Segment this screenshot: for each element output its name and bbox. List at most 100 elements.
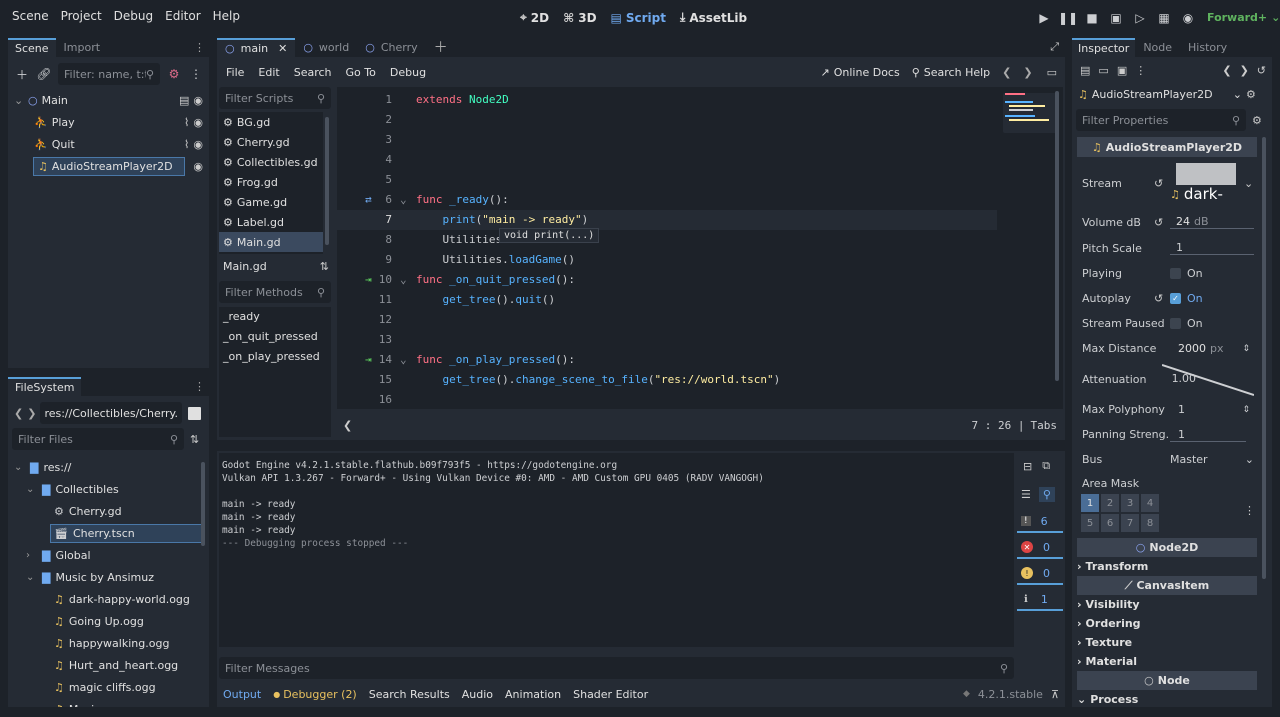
search-help-button[interactable]: ⚲ Search Help [906,66,996,79]
method-list-item[interactable]: _on_quit_pressed [219,327,331,347]
tab-animation[interactable]: Animation [499,688,567,701]
script-attach-icon[interactable]: ⚙ [166,66,182,82]
file-item[interactable]: ♫ magic cliffs.ogg [8,676,209,698]
visibility-icon[interactable]: ◉ [193,94,203,107]
save-icon[interactable]: ▣ [1117,64,1127,77]
add-node-icon[interactable]: ＋ [14,66,30,82]
copy-icon[interactable]: ⧉ [1042,459,1050,473]
back-icon[interactable]: ❮ [1222,64,1231,77]
fs-path-input[interactable]: res://Collectibles/Cherry.tscn [40,402,183,424]
file-item[interactable]: › ▇ Global [8,544,209,566]
filter-messages-toggle[interactable]: ! 6 [1017,511,1063,533]
play-icon[interactable]: ▶ [1036,10,1052,26]
script-list-item[interactable]: ⚙Mushroom.gd [219,252,323,254]
revert-icon[interactable]: ↺ [1154,292,1170,305]
new-resource-icon[interactable]: ▤ [1080,64,1090,77]
collapse-icon[interactable]: ☰ [1021,488,1031,501]
script-menu-edit[interactable]: Edit [251,66,286,79]
file-item[interactable]: ⌄ ▇ res:// [8,456,209,478]
workspace-assetlib[interactable]: ⤓ AssetLib [680,10,747,25]
tree-row-audiostreamplayer2d[interactable]: ♫ AudioStreamPlayer2D ◉ [8,155,209,177]
chevron-right-icon[interactable]: › [26,550,34,561]
menu-scene[interactable]: Scene [6,9,55,23]
minimap[interactable] [997,87,1061,409]
method-list-item[interactable]: _ready [219,307,331,327]
remote-debug-icon[interactable]: ▣ [1108,10,1124,26]
visibility-icon[interactable]: ◉ [193,138,203,151]
tab-search-results[interactable]: Search Results [363,688,456,701]
file-item[interactable]: ♫ Hurt_and_heart.ogg [8,654,209,676]
menu-editor[interactable]: Editor [159,9,207,23]
tab-world[interactable]: ○ world [295,39,357,56]
add-tab-icon[interactable]: ＋ [426,37,456,57]
tab-inspector[interactable]: Inspector [1072,37,1136,57]
mask-bit[interactable]: 4 [1141,494,1159,512]
online-docs-button[interactable]: ↗ Online Docs [815,66,906,79]
play-custom-icon[interactable]: ▦ [1156,10,1172,26]
pause-icon[interactable]: ❚❚ [1058,10,1078,26]
signal-icon[interactable]: ⌇ [184,138,189,151]
tree-row-quit[interactable]: ⛹ Quit ⌇ ◉ [8,133,209,155]
filter-scripts-input[interactable]: Filter Scripts ⚲ [219,87,331,109]
fold-icon[interactable]: ⌄ [400,190,407,210]
layout-toggle-icon[interactable] [188,406,202,420]
script-menu-debug[interactable]: Debug [383,66,433,79]
search-icon[interactable]: ⚲ [1038,486,1055,502]
file-item[interactable]: ⚙ Cherry.gd [8,500,209,522]
forward-icon[interactable]: ❯ [1017,66,1038,79]
script-icon[interactable]: ▤ [179,94,189,107]
visibility-icon[interactable]: ◉ [193,116,203,129]
indent-mode[interactable]: Tabs [1031,419,1058,432]
signal-connected-icon[interactable]: ⇥ [365,270,372,290]
workspace-2d[interactable]: ⌖ 2D [520,10,549,25]
chevron-down-icon[interactable]: ⌄ [26,572,34,583]
forward-icon[interactable]: ❯ [27,407,36,420]
method-list-item[interactable]: _on_play_pressed [219,347,331,367]
mask-bit[interactable]: 2 [1101,494,1119,512]
file-item[interactable]: 🎬︎ Cherry.tscn [8,522,209,544]
kebab-icon[interactable]: ⋮ [1135,64,1146,77]
file-item[interactable]: ♫ dark-happy-world.ogg [8,588,209,610]
kebab-icon[interactable]: ⋮ [194,41,205,54]
back-icon[interactable]: ❮ [996,66,1017,79]
scene-filter-input[interactable]: Filter: name, t:ty⚲ [58,63,160,85]
menu-project[interactable]: Project [55,9,108,23]
script-list-item[interactable]: ⚙ Collectibles.gd [219,152,323,172]
group-visibility[interactable]: › Visibility [1077,595,1257,614]
revert-icon[interactable]: ↺ [1154,216,1170,229]
mask-bit[interactable]: 6 [1101,514,1119,532]
play-scene-icon[interactable]: ▷ [1132,10,1148,26]
chevron-down-icon[interactable]: ⌄ [26,484,34,495]
chevron-down-icon[interactable]: ⌄ [14,462,22,473]
sort-icon[interactable]: ⇅ [320,260,329,273]
property-options-icon[interactable]: ⚙ [1252,114,1262,127]
max-distance-spinner[interactable]: 2000 px ⇕ [1170,342,1250,355]
panning-slider[interactable]: 1 [1170,428,1246,442]
pitch-slider[interactable]: 1 [1170,241,1254,255]
sort-icon[interactable]: ⇅ [190,433,199,446]
autoplay-checkbox[interactable]: ✓ On [1170,292,1203,305]
tab-cherry[interactable]: ○ Cherry [357,39,425,56]
open-folder-icon[interactable]: ▭ [1098,64,1108,77]
file-item[interactable]: ♫ happywalking.ogg [8,632,209,654]
collapse-script-list-icon[interactable]: ❮ [343,419,352,432]
mask-bit[interactable]: 3 [1121,494,1139,512]
tools-icon[interactable]: ⚙ [1246,88,1256,101]
filter-errors-toggle[interactable]: ✕ 0 [1017,537,1063,559]
renderer-select[interactable]: Forward+ ⌄ [1207,11,1280,24]
mask-bit[interactable]: 8 [1141,514,1159,532]
script-list-item[interactable]: ⚙ Main.gd [219,232,323,252]
fold-icon[interactable]: ⌄ [400,350,407,370]
code-scrollbar[interactable] [1055,91,1059,381]
group-material[interactable]: › Material [1077,652,1257,671]
polyphony-spinner[interactable]: 1 ⇕ [1170,403,1250,416]
tab-audio[interactable]: Audio [456,688,499,701]
file-item[interactable]: ⌄ ▇ Music by Ansimuz [8,566,209,588]
revert-icon[interactable]: ↺ [1154,177,1170,190]
menu-help[interactable]: Help [207,9,246,23]
scrollbar[interactable] [201,462,205,546]
script-menu-file[interactable]: File [219,66,251,79]
back-icon[interactable]: ❮ [14,407,23,420]
tab-scene[interactable]: Scene [8,37,56,57]
tree-row-main[interactable]: ⌄ ○ Main ▤ ◉ [8,89,209,111]
